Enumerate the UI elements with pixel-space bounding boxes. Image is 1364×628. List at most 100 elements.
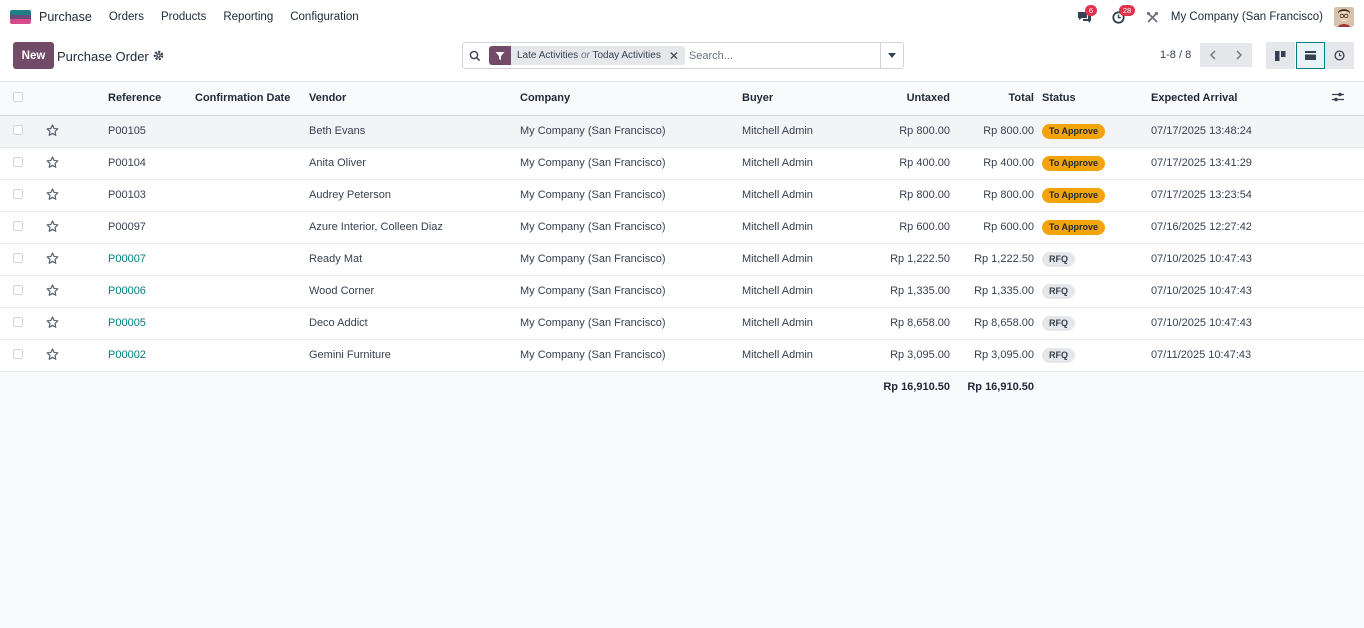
favorite-cell[interactable] [32,211,108,243]
star-icon[interactable] [46,284,59,300]
activities-button[interactable]: 28 [1109,5,1136,27]
kanban-view-button[interactable] [1266,42,1295,69]
cell-status: RFQ [1042,243,1151,275]
cell-reference[interactable]: P00103 [108,179,195,211]
filter-facet: Late Activities or Today Activities ✕ [489,46,685,65]
reference-text[interactable]: P00005 [108,317,146,329]
row-select-cell[interactable] [0,211,32,243]
table-row[interactable]: P00103 Audrey Peterson My Company (San Fra… [0,179,1364,211]
reference-text[interactable]: P00006 [108,285,146,297]
row-checkbox[interactable] [13,220,23,231]
row-select-cell[interactable] [0,339,32,371]
user-avatar[interactable] [1334,7,1354,27]
column-header-untaxed[interactable]: Untaxed [850,82,950,115]
search-icon[interactable] [463,50,487,62]
menu-products[interactable]: Products [161,11,206,23]
menu-configuration[interactable]: Configuration [290,11,358,23]
table-row[interactable]: P00002 Gemini Furniture My Company (San Fr… [0,339,1364,371]
table-row[interactable]: P00104 Anita Oliver My Company (San Franci… [0,147,1364,179]
column-header-status[interactable]: Status [1042,82,1151,115]
row-checkbox[interactable] [13,156,23,167]
column-header-reference[interactable]: Reference [108,82,195,115]
star-icon[interactable] [46,156,59,172]
star-icon[interactable] [46,220,59,236]
select-all-checkbox[interactable] [13,91,23,102]
table-row[interactable]: P00007 Ready Mat My Company (San Francisco… [0,243,1364,275]
row-select-cell[interactable] [0,179,32,211]
column-header-total[interactable]: Total [950,82,1042,115]
row-trailing-cell [1332,211,1364,243]
row-checkbox[interactable] [13,188,23,199]
optional-columns-toggle[interactable] [1332,82,1364,115]
column-header-buyer[interactable]: Buyer [742,82,850,115]
pager-next-button[interactable] [1226,43,1252,67]
star-icon[interactable] [46,188,59,204]
cell-reference[interactable]: P00105 [108,115,195,147]
close-icon[interactable]: ✕ [667,49,685,63]
cell-untaxed: Rp 3,095.00 [890,349,950,361]
favorite-cell[interactable] [32,339,108,371]
favorite-cell[interactable] [32,147,108,179]
table-row[interactable]: P00105 Beth Evans My Company (San Francisc… [0,115,1364,147]
filter-icon [489,46,511,65]
star-icon[interactable] [46,124,59,140]
cell-reference[interactable]: P00007 [108,243,195,275]
cell-reference[interactable]: P00104 [108,147,195,179]
row-select-cell[interactable] [0,147,32,179]
cell-reference[interactable]: P00097 [108,211,195,243]
column-header-vendor[interactable]: Vendor [309,82,520,115]
table-row[interactable]: P00005 Deco Addict My Company (San Francis… [0,307,1364,339]
row-checkbox[interactable] [13,316,23,327]
row-checkbox[interactable] [13,348,23,359]
favorite-cell[interactable] [32,179,108,211]
pager-previous-button[interactable] [1200,43,1226,67]
column-header-confirmation-date[interactable]: Confirmation Date [195,82,309,115]
pager-value[interactable]: 1-8 / 8 [1160,49,1191,61]
column-header-company[interactable]: Company [520,82,742,115]
company-switcher[interactable]: My Company (San Francisco) [1171,11,1323,23]
cell-confirmation-date [195,115,309,147]
reference-text[interactable]: P00007 [108,253,146,265]
row-select-cell[interactable] [0,115,32,147]
caret-down-icon[interactable] [880,43,903,68]
cell-company: My Company (San Francisco) [520,285,666,297]
table-row[interactable]: P00097 Azure Interior, Colleen Diaz My Com… [0,211,1364,243]
cell-total-value: Rp 800.00 [983,189,1034,201]
menu-orders[interactable]: Orders [109,11,144,23]
menu-reporting[interactable]: Reporting [223,11,273,23]
favorite-cell[interactable] [32,243,108,275]
row-checkbox[interactable] [13,284,23,295]
favorite-cell[interactable] [32,307,108,339]
new-button[interactable]: New [13,42,54,69]
cell-reference[interactable]: P00002 [108,339,195,371]
favorite-cell[interactable] [32,275,108,307]
reference-text[interactable]: P00002 [108,349,146,361]
favorite-cell[interactable] [32,115,108,147]
row-checkbox[interactable] [13,252,23,263]
star-icon[interactable] [46,348,59,364]
row-select-cell[interactable] [0,243,32,275]
star-icon[interactable] [46,316,59,332]
cell-total: Rp 600.00 [950,211,1042,243]
cell-total-value: Rp 3,095.00 [974,349,1034,361]
cell-total: Rp 1,222.50 [950,243,1042,275]
star-icon[interactable] [46,252,59,268]
messages-button[interactable]: 6 [1075,5,1098,27]
column-header-expected-arrival[interactable]: Expected Arrival [1151,82,1332,115]
app-name[interactable]: Purchase [39,10,92,24]
activity-view-button[interactable] [1325,42,1354,69]
select-all-cell[interactable] [0,82,32,115]
gear-icon[interactable] [153,50,164,61]
table-row[interactable]: P00006 Wood Corner My Company (San Francis… [0,275,1364,307]
row-select-cell[interactable] [0,275,32,307]
list-view-button[interactable] [1296,42,1325,69]
cell-confirmation-date [195,147,309,179]
app-icon[interactable] [10,10,31,24]
row-checkbox[interactable] [13,124,23,135]
search-input[interactable] [688,49,869,62]
cell-reference[interactable]: P00006 [108,275,195,307]
totals-row: Rp 16,910.50 Rp 16,910.50 [0,371,1364,402]
cell-reference[interactable]: P00005 [108,307,195,339]
row-select-cell[interactable] [0,307,32,339]
debug-tools-button[interactable] [1143,7,1163,27]
